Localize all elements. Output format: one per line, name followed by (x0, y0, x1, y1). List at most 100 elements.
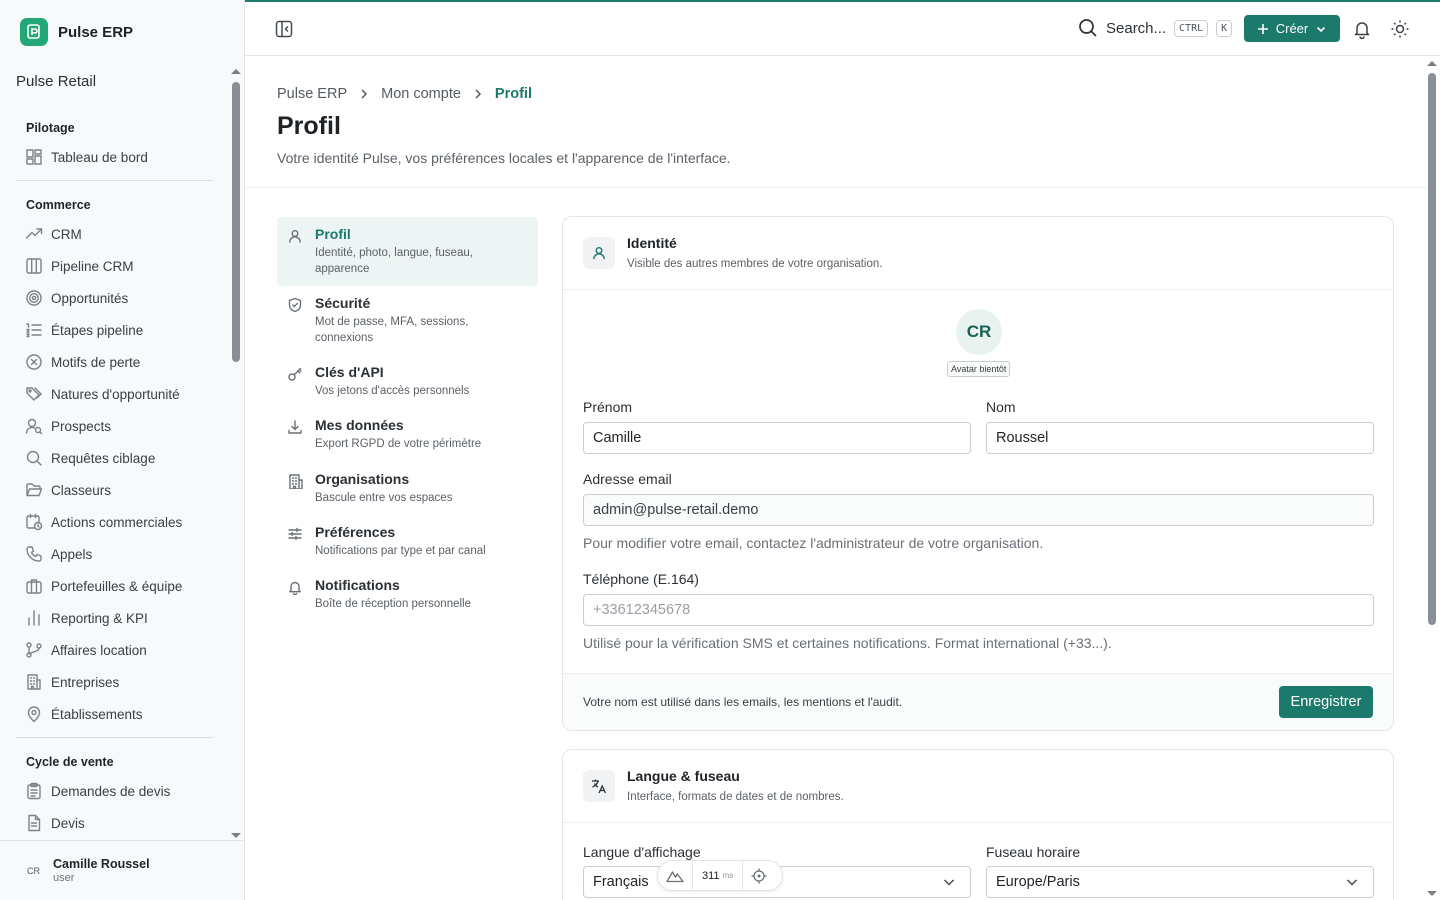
user-menu[interactable]: CR Camille Roussel user (0, 840, 244, 900)
sidebar-item[interactable]: Établissements (16, 698, 213, 730)
calendar-clock-icon (25, 513, 43, 531)
settings-nav-text: Mes données Export RGPD de votre périmètr… (315, 417, 481, 452)
sidebar-item[interactable]: Requêtes ciblage (16, 442, 213, 474)
save-button[interactable]: Enregistrer (1279, 686, 1373, 718)
brand[interactable]: Pulse ERP (20, 18, 133, 46)
breadcrumb-item[interactable]: Pulse ERP (277, 86, 347, 102)
timezone-label: Fuseau horaire (986, 844, 1081, 860)
sidebar-item[interactable]: Reporting & KPI (16, 602, 213, 634)
chevron-right-icon (471, 87, 485, 101)
sidebar-item-label: Natures d'opportunité (51, 386, 180, 402)
sidebar-item-label: Portefeuilles & équipe (51, 578, 183, 594)
settings-nav-item[interactable]: Notifications Boîte de réception personne… (277, 568, 538, 621)
scroll-thumb[interactable] (1428, 73, 1436, 625)
search-icon (25, 449, 43, 467)
chevron-down-icon (1315, 23, 1327, 35)
settings-nav-desc: Bascule entre vos espaces (315, 491, 453, 504)
settings-nav-title: Clés d'API (315, 364, 384, 381)
main-scrollbar[interactable] (1427, 56, 1437, 900)
breadcrumb-item[interactable]: Mon compte (381, 86, 461, 102)
scroll-thumb[interactable] (232, 82, 240, 362)
email-field[interactable]: admin@pulse-retail.demo (583, 494, 1374, 526)
git-branch-icon (25, 641, 43, 659)
scroll-down-arrow[interactable] (1427, 891, 1437, 896)
timezone-select[interactable]: Europe/Paris (986, 866, 1374, 898)
user-icon (583, 237, 615, 269)
settings-nav-text: Organisations Bascule entre vos espaces (315, 471, 452, 506)
settings-nav-desc: Identité, photo, langue, fuseau, apparen… (315, 247, 473, 276)
dashboard-icon (25, 148, 43, 166)
sidebar-item[interactable]: Devis (16, 807, 213, 839)
dev-toolbar[interactable]: 311 ms (657, 860, 783, 891)
scroll-up-arrow[interactable] (1427, 61, 1437, 66)
chevron-down-icon (1345, 875, 1359, 889)
first-name-field[interactable]: Camille (583, 422, 971, 454)
sidebar-item[interactable]: Opportunités (16, 282, 213, 314)
sidebar-scrollbar[interactable] (231, 66, 241, 838)
chevron-down-icon (942, 875, 956, 889)
sidebar-item[interactable]: Actions commerciales (16, 506, 213, 538)
language-value: Français (593, 874, 649, 890)
user-avatar: CR (27, 865, 40, 876)
phone-label: Téléphone (E.164) (583, 571, 699, 587)
sidebar-item[interactable]: Demandes de devis (16, 775, 213, 807)
sidebar-item-label: Affaires location (51, 642, 147, 658)
inspect-target-icon[interactable] (751, 868, 767, 884)
nav-group-title: Cycle de vente (26, 755, 114, 769)
nuxt-devtools-icon[interactable] (666, 869, 684, 883)
settings-nav-title: Sécurité (315, 295, 371, 312)
settings-nav-desc: Vos jetons d'accès personnels (315, 385, 470, 398)
kbd-ctrl: CTRL (1174, 19, 1209, 37)
settings-nav: Profil Identité, photo, langue, fuseau, a… (277, 217, 538, 621)
sidebar-toggle-icon[interactable] (275, 20, 293, 38)
bell-icon[interactable] (1352, 19, 1372, 39)
settings-nav-item[interactable]: Sécurité Mot de passe, MFA, sessions, con… (277, 286, 538, 355)
sidebar-nav: Pilotage Tableau de bord Commerce CRM Pipeli… (16, 113, 213, 839)
sidebar-item[interactable]: Étapes pipeline (16, 314, 213, 346)
search-label: Search... (1106, 19, 1167, 37)
settings-nav-item[interactable]: Préférences Notifications par type et par… (277, 515, 538, 568)
brand-name: Pulse ERP (58, 23, 134, 41)
sidebar-item[interactable]: Affaires location (16, 634, 213, 666)
user-search-icon (25, 417, 43, 435)
settings-nav-item[interactable]: Profil Identité, photo, langue, fuseau, a… (277, 217, 538, 287)
breadcrumb: Pulse ERP Mon compte Profil (277, 86, 532, 102)
briefcase-icon (25, 577, 43, 595)
sidebar-item[interactable]: Tableau de bord (16, 141, 213, 173)
sidebar-item[interactable]: Appels (16, 538, 213, 570)
last-name-field[interactable]: Roussel (986, 422, 1374, 454)
create-button[interactable]: Créer (1244, 15, 1340, 42)
sidebar-item[interactable]: Entreprises (16, 666, 213, 698)
plus-icon (1257, 23, 1269, 35)
identity-card: Identité Visible des autres membres de v… (562, 216, 1394, 731)
theme-toggle-sun-icon[interactable] (1390, 19, 1410, 39)
workspace-name[interactable]: Pulse Retail (16, 73, 96, 90)
languages-icon (583, 770, 615, 802)
clipboard-list-icon (25, 782, 43, 800)
sidebar-item[interactable]: Motifs de perte (16, 346, 213, 378)
search-icon (1078, 18, 1098, 38)
settings-nav-item[interactable]: Mes données Export RGPD de votre périmètr… (277, 408, 538, 461)
settings-nav-desc: Notifications par type et par canal (315, 544, 486, 557)
scroll-down-arrow[interactable] (231, 833, 241, 838)
locale-card-header: Langue & fuseau Interface, formats de da… (563, 750, 1393, 823)
sidebar-item[interactable]: Natures d'opportunité (16, 378, 213, 410)
sidebar-item-label: Tableau de bord (51, 149, 148, 165)
locale-subtitle: Interface, formats de dates et de nombre… (627, 791, 844, 803)
settings-nav-item[interactable]: Clés d'API Vos jetons d'accès personnels (277, 355, 538, 408)
settings-nav-title: Profil (315, 226, 351, 242)
avatar-coming-soon-badge: Avatar bientôt (947, 361, 1011, 377)
sidebar-item[interactable]: CRM (16, 218, 213, 250)
settings-nav-item[interactable]: Organisations Bascule entre vos espaces (277, 462, 538, 515)
sidebar-item[interactable]: Prospects (16, 410, 213, 442)
search-trigger[interactable]: Search... CTRL K (1078, 18, 1233, 38)
settings-nav-desc: Export RGPD de votre périmètre (315, 438, 482, 451)
sidebar-item[interactable]: Pipeline CRM (16, 250, 213, 282)
nav-group-title: Commerce (26, 198, 91, 212)
sidebar-item[interactable]: Classeurs (16, 474, 213, 506)
sidebar-item-label: Requêtes ciblage (51, 450, 156, 466)
phone-field[interactable]: +33612345678 (583, 594, 1374, 626)
scroll-up-arrow[interactable] (231, 69, 241, 74)
sidebar-item[interactable]: Portefeuilles & équipe (16, 570, 213, 602)
settings-nav-text: Clés d'API Vos jetons d'accès personnels (315, 364, 469, 399)
